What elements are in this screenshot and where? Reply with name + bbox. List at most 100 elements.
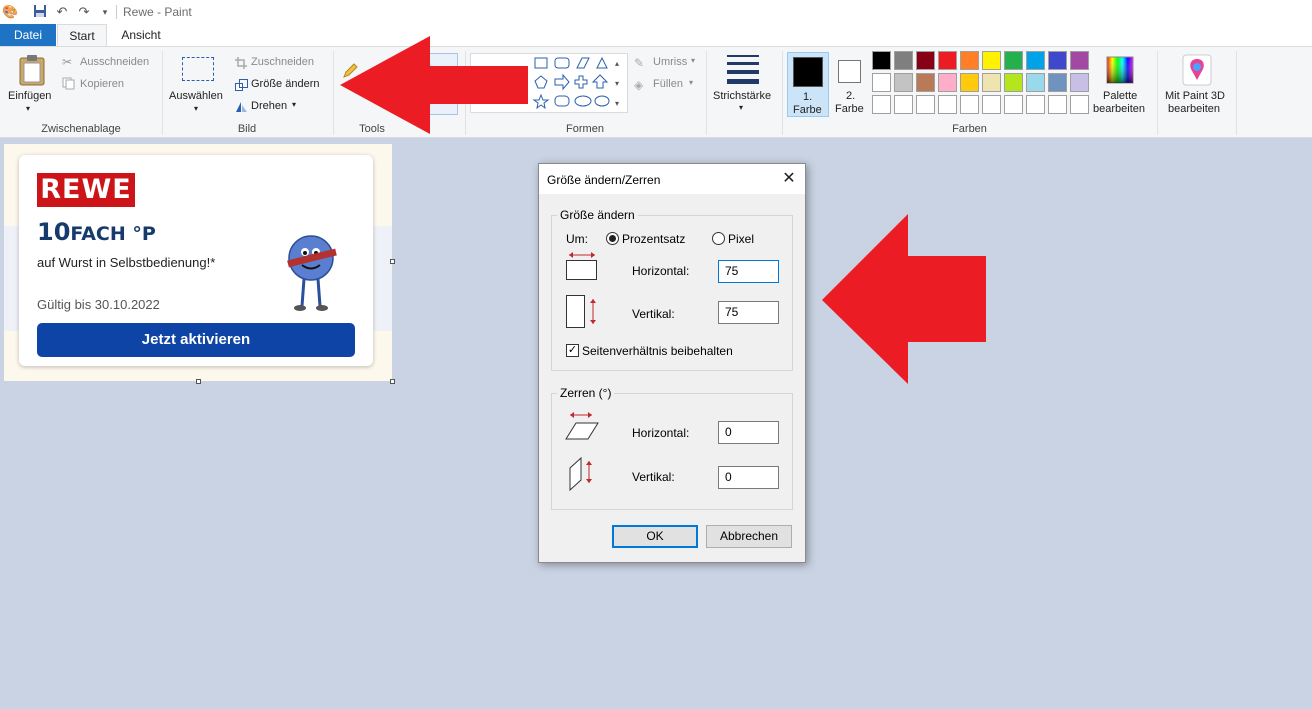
resize-handle-right[interactable] [390,259,395,264]
select-button[interactable]: Auswählen [169,90,223,102]
fill-button[interactable]: Füllen [653,78,683,90]
pixel-label[interactable]: Pixel [728,232,754,246]
palette-swatch[interactable] [894,73,913,92]
copy-button[interactable]: Kopieren [80,78,124,90]
close-icon[interactable]: ✕ [779,169,799,189]
palette-swatch[interactable] [1004,73,1023,92]
coupon-subtitle: auf Wurst in Selbstbedienung!* [37,255,216,270]
resize-handle-corner[interactable] [390,379,395,384]
resize-button[interactable]: Größe ändern [251,78,319,90]
palette-swatch[interactable] [1026,73,1045,92]
image-group-label: Bild [237,123,257,135]
customize-quick-access-icon[interactable]: ▾ [97,4,113,20]
palette-swatch[interactable] [1048,51,1067,70]
palette-swatch-empty[interactable] [960,95,979,114]
palette-swatch[interactable] [960,73,979,92]
tab-file[interactable]: Datei [0,24,56,46]
stroke-width-button[interactable]: Strichstärke [713,90,771,102]
palette-swatch-empty[interactable] [1026,95,1045,114]
edit-palette-icon[interactable] [1106,56,1134,87]
cut-button[interactable]: Ausschneiden [80,56,149,68]
palette-swatch-empty[interactable] [1048,95,1067,114]
palette-swatch[interactable] [938,51,957,70]
mascot-illustration [282,232,340,315]
annotation-arrow-left [340,36,528,134]
crop-button[interactable]: Zuschneiden [251,56,314,68]
color1-label-1: 1. [803,91,813,103]
edit-palette-label-1[interactable]: Palette [1103,90,1137,102]
palette-swatch[interactable] [872,51,891,70]
palette-swatch[interactable] [1070,51,1089,70]
palette-swatch[interactable] [894,51,913,70]
palette-swatch[interactable] [916,73,935,92]
paint-app-icon: 🎨 [2,4,19,19]
title-bar: 🎨 ↶ ↷ ▾ Rewe - Paint [0,0,1312,24]
palette-swatch-empty[interactable] [1004,95,1023,114]
vertical-input[interactable]: 75 [718,301,779,324]
palette-swatch-empty[interactable] [916,95,935,114]
outline-dropdown-icon[interactable]: ▾ [691,56,695,65]
rotate-dropdown-icon[interactable]: ▾ [292,100,296,109]
select-dropdown-icon[interactable]: ▾ [194,104,198,113]
stroke-width-dropdown-icon[interactable]: ▾ [739,103,743,112]
paste-button[interactable]: Einfügen [8,90,51,102]
palette-swatch[interactable] [1070,73,1089,92]
palette-swatch[interactable] [872,73,891,92]
palette-swatch[interactable] [916,51,935,70]
palette-swatch[interactable] [982,73,1001,92]
outline-button[interactable]: Umriss [653,56,687,68]
color1-button[interactable]: 1. Farbe [787,52,829,117]
stroke-width-icon[interactable] [727,55,759,84]
tab-view[interactable]: Ansicht [110,24,172,46]
paste-icon[interactable] [18,54,46,89]
skew-vertical-input[interactable]: 0 [718,466,779,489]
pixel-radio[interactable] [712,232,725,245]
colors-group-label: Farben [952,123,987,135]
palette-swatch-empty[interactable] [894,95,913,114]
keep-ratio-label[interactable]: Seitenverhältnis beibehalten [582,344,733,358]
ribbon-tabs: Datei Start Ansicht [0,24,1312,46]
skew-vertical-label: Vertikal: [632,470,675,484]
paint3d-label-1[interactable]: Mit Paint 3D [1165,90,1225,102]
horizontal-label: Horizontal: [632,264,690,278]
redo-icon[interactable]: ↷ [76,4,92,20]
clipboard-group-label: Zwischenablage [41,123,121,135]
undo-icon[interactable]: ↶ [54,4,70,20]
fill-dropdown-icon[interactable]: ▾ [689,78,693,87]
vertical-label: Vertikal: [632,307,675,321]
save-icon[interactable] [32,4,48,20]
keep-ratio-checkbox[interactable]: ✓ [566,344,579,357]
coupon-validity: Gültig bis 30.10.2022 [37,297,160,312]
palette-swatch-empty[interactable] [938,95,957,114]
horizontal-input[interactable]: 75 [718,260,779,283]
color2-label-2: Farbe [835,103,864,115]
palette-swatch-empty[interactable] [1070,95,1089,114]
cut-icon: ✂ [62,55,73,69]
paint3d-icon[interactable] [1182,54,1212,89]
palette-swatch[interactable] [938,73,957,92]
by-label: Um: [566,232,588,246]
paste-dropdown-icon[interactable]: ▾ [26,104,30,113]
palette-swatch-empty[interactable] [872,95,891,114]
coupon-headline-number: 10 [37,218,71,246]
percent-label[interactable]: Prozentsatz [622,232,685,246]
palette-swatch[interactable] [960,51,979,70]
percent-radio[interactable] [606,232,619,245]
tab-start[interactable]: Start [57,24,107,46]
palette-swatch[interactable] [1048,73,1067,92]
ok-button[interactable]: OK [612,525,698,548]
color2-button[interactable]: 2. Farbe [832,52,868,117]
rotate-button[interactable]: Drehen [251,100,287,112]
skew-horizontal-input[interactable]: 0 [718,421,779,444]
horizontal-resize-icon [566,252,597,280]
paint3d-label-2[interactable]: bearbeiten [1168,103,1220,115]
cancel-button[interactable]: Abbrechen [706,525,792,548]
palette-swatch-empty[interactable] [982,95,1001,114]
select-icon[interactable] [182,57,214,81]
edit-palette-label-2[interactable]: bearbeiten [1093,103,1145,115]
palette-swatch[interactable] [1026,51,1045,70]
copy-icon [62,77,75,93]
palette-swatch[interactable] [1004,51,1023,70]
palette-swatch[interactable] [982,51,1001,70]
resize-handle-bottom[interactable] [196,379,201,384]
